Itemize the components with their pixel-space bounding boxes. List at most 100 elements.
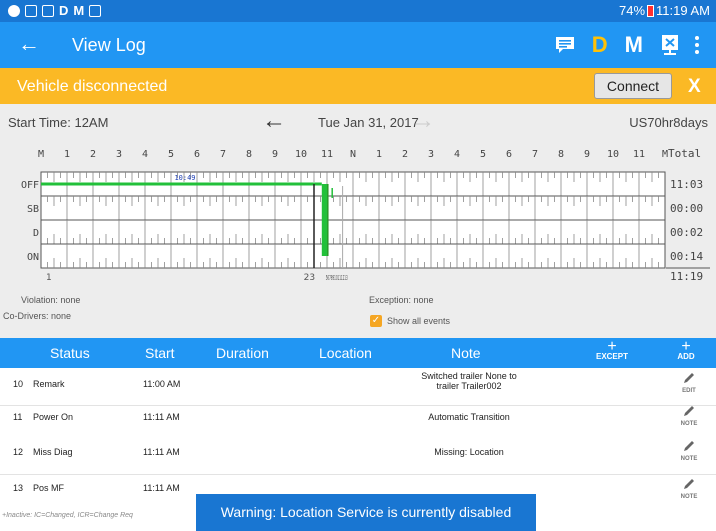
add-exception-button[interactable]: + EXCEPT: [592, 339, 632, 362]
col-location: Location: [319, 345, 372, 361]
image-icon: [89, 4, 102, 17]
add-event-button[interactable]: + ADD: [666, 338, 706, 362]
row-status: Remark: [33, 379, 65, 389]
battery-icon: [647, 4, 655, 17]
col-start: Start: [145, 345, 175, 361]
app-bar: ← View Log D M: [0, 22, 716, 68]
row-start: 11:11 AM: [143, 412, 180, 422]
row-total: 00:02: [670, 226, 703, 239]
row-number: 10: [13, 379, 24, 389]
table-row[interactable]: 12 Miss Diag 11:11 AM Missing: Location …: [0, 437, 716, 475]
row-total: 00:00: [670, 202, 703, 215]
row-number: 13: [13, 483, 24, 493]
battery-percent: 74%: [619, 3, 646, 18]
hour-label: 7: [220, 149, 226, 160]
hour-label: 3: [428, 149, 434, 160]
marker-label: 10:49: [174, 174, 195, 182]
row-label: SB: [27, 204, 39, 215]
notification-icons: D M: [8, 3, 102, 18]
hour-label: 1: [376, 149, 382, 160]
note-line: trailer Trailer002: [436, 381, 502, 391]
overflow-menu-icon[interactable]: [694, 36, 700, 54]
cast-icon: [25, 4, 37, 17]
co-drivers-label: Co-Drivers: none: [3, 311, 72, 321]
doc-icon: [42, 4, 54, 17]
hour-label: 10: [295, 149, 307, 160]
appbar-actions: D M: [555, 30, 716, 60]
event-label: 1: [46, 273, 52, 283]
legend-text: +Inactive: IC=Changed, ICR=Change Req: [2, 512, 133, 519]
violation-label: Violation: none: [21, 295, 81, 305]
hour-label: 10: [607, 149, 619, 160]
hour-label: 8: [246, 149, 252, 160]
row-note: Switched trailer None to trailer Trailer…: [364, 371, 574, 391]
hour-label: 7: [532, 149, 538, 160]
ruleset-label: US70hr8days: [629, 115, 708, 130]
add-label: ADD: [677, 352, 695, 361]
row-number: 11: [13, 412, 23, 422]
total-header: Total: [668, 147, 701, 160]
device-icon[interactable]: [660, 34, 680, 56]
pencil-icon: [684, 479, 694, 489]
note-button[interactable]: NOTE: [674, 404, 704, 427]
duty-status-graph: M 1 2 3 4 5 6 7 8 9 10 11 N 1 2 3 4 5 6 7 8 9 10 11 M TotalOFF 11:…: [21, 147, 710, 283]
hour-label: M: [38, 149, 44, 160]
edit-button[interactable]: EDIT: [674, 371, 704, 394]
clock: 11:19 AM: [656, 3, 710, 18]
row-total: 00:14: [670, 250, 703, 263]
next-day-arrow-icon[interactable]: →: [411, 107, 435, 135]
duty-line-transition: [321, 184, 328, 256]
mode-button[interactable]: M: [625, 32, 643, 58]
row-total: 11:03: [670, 178, 703, 191]
start-time-label: Start Time: 12AM: [8, 115, 109, 130]
row-status: Miss Diag: [33, 447, 73, 457]
back-arrow-icon[interactable]: ←: [18, 32, 40, 56]
hour-label: 6: [506, 149, 512, 160]
location-warning-toast: Warning: Location Service is currently d…: [196, 494, 536, 531]
hour-label: 11: [321, 149, 333, 160]
connect-button[interactable]: Connect: [594, 73, 672, 99]
row-start: 11:00 AM: [143, 379, 181, 389]
status-letter-d: D: [59, 3, 69, 18]
note-button[interactable]: NOTE: [674, 477, 704, 500]
system-indicators: 74% 11:19 AM: [619, 3, 710, 18]
plus-icon: +: [681, 338, 691, 355]
row-label: ON: [27, 252, 39, 263]
status-letter-m: M: [73, 3, 85, 18]
row-status: Pos MF: [33, 483, 65, 493]
col-status: Status: [50, 345, 90, 361]
show-all-events-toggle[interactable]: ✓ Show all events: [370, 315, 450, 327]
show-all-events-label: Show all events: [387, 316, 451, 326]
previous-day-arrow-icon[interactable]: ←: [262, 107, 286, 135]
hour-label: 4: [454, 149, 460, 160]
event-label-cluster: 5678910111213: [326, 274, 348, 282]
grand-total: 11:19: [670, 270, 703, 283]
except-label: EXCEPT: [595, 352, 628, 361]
note-line: Automatic Transition: [428, 412, 510, 422]
table-row[interactable]: 10 Remark 11:00 AM Switched trailer None…: [0, 368, 716, 406]
note-line: Switched trailer None to: [421, 371, 517, 381]
message-icon[interactable]: [555, 36, 575, 54]
hour-label: 1: [64, 149, 70, 160]
row-label: OFF: [21, 180, 39, 191]
action-label: NOTE: [680, 494, 698, 500]
row-number: 12: [13, 447, 24, 457]
hour-label: 2: [90, 149, 96, 160]
hour-label: 3: [116, 149, 122, 160]
hour-label: N: [350, 149, 356, 160]
system-status-bar: D M 74% 11:19 AM: [0, 0, 716, 22]
hour-label: 9: [584, 149, 590, 160]
pencil-icon: [684, 373, 694, 383]
action-label: NOTE: [680, 421, 698, 427]
hour-label: 2: [402, 149, 408, 160]
close-banner-button[interactable]: X: [688, 76, 701, 98]
note-line: Missing: Location: [434, 447, 504, 457]
checkbox-checked-icon[interactable]: ✓: [370, 315, 382, 327]
pencil-icon: [684, 406, 694, 416]
col-duration: Duration: [216, 345, 269, 361]
event-label: 23: [304, 273, 315, 283]
messenger-icon: [8, 4, 20, 17]
driving-status-button[interactable]: D: [592, 32, 608, 58]
note-button[interactable]: NOTE: [674, 439, 704, 462]
action-label: EDIT: [682, 388, 696, 394]
